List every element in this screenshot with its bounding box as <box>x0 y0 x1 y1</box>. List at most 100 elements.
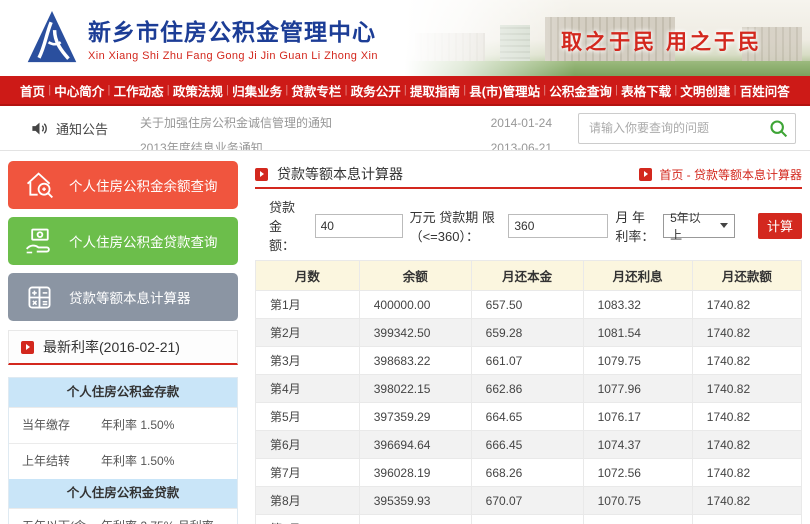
table-cell: 1740.82 <box>692 375 801 403</box>
amortization-table: 月数余额月还本金月还利息月还款额 第1月400000.00657.501083.… <box>255 260 802 524</box>
table-cell: 395359.93 <box>359 487 471 515</box>
table-cell: 第4月 <box>256 375 360 403</box>
table-cell: 398683.22 <box>359 347 471 375</box>
sidebar-button-label: 贷款等额本息计算器 <box>69 287 191 307</box>
nav-item-9[interactable]: 公积金查询 <box>549 81 612 100</box>
notice-bar: 通知公告 关于加强住房公积金诚信管理的通知 2014-01-24 2013年度结息业… <box>0 106 810 151</box>
rate-key: 上年结转 <box>9 444 95 479</box>
nav-divider: | <box>226 84 229 96</box>
banner-slogan: 取之于民 用之于民 <box>561 26 762 56</box>
rate-table: 个人住房公积金存款当年缴存年利率 1.50%上年结转年利率 1.50%个人住房公… <box>8 377 238 524</box>
rate-section-header-1: 个人住房公积金贷款 <box>9 479 237 508</box>
header-banner-photo: 取之于民 用之于民 <box>405 0 810 76</box>
nav-divider: | <box>108 84 111 96</box>
site-subtitle-pinyin: Xin Xiang Shi Zhu Fang Gong Ji Jin Guan … <box>88 50 378 62</box>
table-cell: 399342.50 <box>359 319 471 347</box>
nav-item-6[interactable]: 政务公开 <box>351 81 401 100</box>
notice-link[interactable]: 2013年度结息业务通知 <box>140 139 263 150</box>
nav-item-0[interactable]: 首页 <box>20 81 45 100</box>
notice-date: 2014-01-24 <box>491 116 552 130</box>
speaker-icon <box>30 119 49 138</box>
search-button[interactable] <box>768 118 789 139</box>
nav-divider: | <box>404 84 407 96</box>
nav-divider: | <box>674 84 677 96</box>
site-title: 新乡市住房公积金管理中心 <box>88 13 378 47</box>
table-cell: 1079.75 <box>583 347 692 375</box>
table-cell: 1077.96 <box>583 375 692 403</box>
logo-block: 新乡市住房公积金管理中心 Xin Xiang Shi Zhu Fang Gong… <box>26 8 378 66</box>
table-row: 第4月398022.15662.861077.961740.82 <box>256 375 802 403</box>
amortization-table-head: 月数余额月还本金月还利息月还款额 <box>256 261 802 291</box>
nav-divider: | <box>543 84 546 96</box>
rates-section-title: 最新利率(2016-02-21) <box>8 330 238 365</box>
table-cell: 1740.82 <box>692 431 801 459</box>
sidebar-button-balance-query[interactable]: 个人住房公积金余额查询 <box>8 161 238 209</box>
table-cell: 第1月 <box>256 291 360 319</box>
table-cell: 1740.82 <box>692 347 801 375</box>
sidebar-button-loan-query[interactable]: 个人住房公积金贷款查询 <box>8 217 238 265</box>
nav-item-4[interactable]: 归集业务 <box>232 81 282 100</box>
table-cell: 第9月 <box>256 515 360 524</box>
nav-item-5[interactable]: 贷款专栏 <box>291 81 341 100</box>
amortization-table-body: 第1月400000.00657.501083.321740.82第2月39934… <box>256 291 802 524</box>
notice-link[interactable]: 关于加强住房公积金诚信管理的通知 <box>140 114 332 131</box>
nav-item-10[interactable]: 表格下载 <box>621 81 671 100</box>
red-arrow-icon <box>639 168 652 181</box>
table-cell: 670.07 <box>471 487 583 515</box>
sidebar: 个人住房公积金余额查询 个人住房公积金贷款查询 贷款等额本息计算器 <box>8 161 238 524</box>
table-cell: 666.45 <box>471 431 583 459</box>
nav-item-2[interactable]: 工作动态 <box>114 81 164 100</box>
table-cell: 661.07 <box>471 347 583 375</box>
hand-money-icon <box>23 225 56 258</box>
table-row: 第8月395359.93670.071070.751740.82 <box>256 487 802 515</box>
nav-item-8[interactable]: 县(市)管理站 <box>469 81 540 100</box>
loan-calculator-form: 贷款金额： 万元 贷款期 限（<=360）： 月 年利率： 5年以上 计算 <box>269 197 802 254</box>
breadcrumb[interactable]: 首页 - 贷款等额本息计算器 <box>659 166 802 183</box>
sidebar-button-label: 个人住房公积金余额查询 <box>69 175 218 195</box>
table-column-header: 月还款额 <box>692 261 801 291</box>
table-cell: 1740.82 <box>692 319 801 347</box>
sidebar-button-calculator[interactable]: 贷款等额本息计算器 <box>8 273 238 321</box>
notice-label: 通知公告 <box>56 119 108 138</box>
table-cell: 1070.75 <box>583 487 692 515</box>
table-cell: 第5月 <box>256 403 360 431</box>
search-input[interactable] <box>578 113 796 144</box>
red-arrow-icon <box>21 341 34 354</box>
calculate-button[interactable]: 计算 <box>758 213 802 239</box>
notice-date: 2013-06-21 <box>491 141 552 151</box>
table-column-header: 余额 <box>359 261 471 291</box>
rate-select-value: 5年以上 <box>670 209 712 243</box>
nav-item-7[interactable]: 提取指南 <box>410 81 460 100</box>
loan-amount-input[interactable] <box>315 214 403 238</box>
loan-term-input[interactable] <box>508 214 608 238</box>
table-cell: 1074.37 <box>583 431 692 459</box>
table-cell: 400000.00 <box>359 291 471 319</box>
nav-item-11[interactable]: 文明创建 <box>680 81 730 100</box>
house-magnifier-icon <box>23 169 56 202</box>
nav-item-1[interactable]: 中心简介 <box>54 81 104 100</box>
rate-row: 上年结转年利率 1.50% <box>9 443 237 479</box>
table-cell: 第3月 <box>256 347 360 375</box>
nav-item-3[interactable]: 政策法规 <box>173 81 223 100</box>
table-cell: 671.88 <box>471 515 583 524</box>
table-row: 第5月397359.29664.651076.171740.82 <box>256 403 802 431</box>
nav-divider: | <box>463 84 466 96</box>
table-cell: 397359.29 <box>359 403 471 431</box>
rates-title-text: 最新利率(2016-02-21) <box>43 337 180 357</box>
table-cell: 第2月 <box>256 319 360 347</box>
table-cell: 1076.17 <box>583 403 692 431</box>
nav-divider: | <box>285 84 288 96</box>
nav-divider: | <box>345 84 348 96</box>
nav-item-12[interactable]: 百姓问答 <box>740 81 790 100</box>
nav-divider: | <box>48 84 51 96</box>
table-cell: 657.50 <box>471 291 583 319</box>
table-row: 第3月398683.22661.071079.751740.82 <box>256 347 802 375</box>
amount-unit-and-term-label: 万元 贷款期 限（<=360）： <box>410 207 502 245</box>
table-row: 第6月396694.64666.451074.371740.82 <box>256 431 802 459</box>
table-cell: 396694.64 <box>359 431 471 459</box>
table-cell: 1740.82 <box>692 515 801 524</box>
table-cell: 第6月 <box>256 431 360 459</box>
rate-select[interactable]: 5年以上 <box>663 214 735 238</box>
table-cell: 396028.19 <box>359 459 471 487</box>
rate-key: 当年缴存 <box>9 408 95 443</box>
